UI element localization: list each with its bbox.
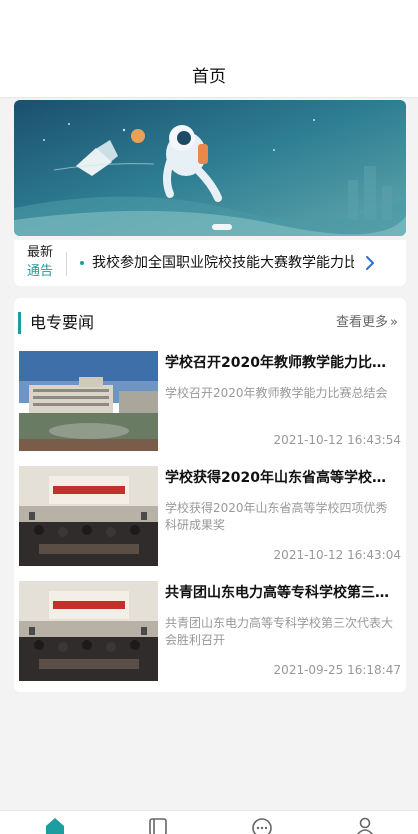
notice-tag-line1: 最新 [26,245,53,260]
news-thumbnail [19,466,158,566]
news-item[interactable]: 学校召开2020年教师教学能力比赛总结会 学校召开2020年教师教学能力比赛总结… [19,351,401,451]
banner-image [14,100,406,236]
book-icon[interactable] [147,817,169,834]
news-thumbnail [19,351,158,451]
header: 首页 [0,0,418,98]
news-date: 2021-10-12 16:43:04 [273,548,401,562]
news-summary: 学校召开2020年教师教学能力比赛总结会 [165,386,388,400]
news-date: 2021-09-25 16:18:47 [273,663,401,677]
divider [66,252,67,276]
chevron-right-icon[interactable] [362,254,378,272]
user-icon[interactable] [354,817,376,834]
bullet-dot-icon [80,261,84,265]
news-title: 共青团山东电力高等专科学校第三次代表大会胜利召开 [165,585,397,601]
news-summary: 学校获得2020年山东省高等学校四项优秀科研成果奖 [165,501,388,532]
notice-tag: 最新 通告 [22,243,58,281]
section-title: 电专要闻 [30,313,95,332]
news-summary: 共青团山东电力高等专科学校第三次代表大会胜利召开 [165,616,394,647]
notice-tag-line2: 通告 [26,264,53,279]
news-item[interactable]: 学校获得2020年山东省高等学校四项优秀科研成果奖 学校获得2020年山东省高等… [19,466,401,566]
chat-icon[interactable] [251,817,273,834]
news-item[interactable]: 共青团山东电力高等专科学校第三次代表大会胜利召开 共青团山东电力高等专科学校第三… [19,581,401,681]
news-title: 学校召开2020年教师教学能力比赛总结会 [165,355,397,371]
news-thumbnail [19,581,158,681]
news-section: 电专要闻 查看更多» 学校召开2020年教师教学能力比赛总结会 学校召开2020… [14,298,406,692]
home-icon[interactable] [44,817,66,834]
view-more-label: 查看更多 [336,315,389,330]
bottom-tab-bar [0,810,418,834]
news-title: 学校获得2020年山东省高等学校四项优秀科研成果奖 [165,470,397,486]
section-accent-bar [18,312,21,334]
notice-text[interactable]: 我校参加全国职业院校技能大赛教学能力比赛 [92,252,354,274]
double-chevron-right-icon: » [390,315,398,330]
view-more-link[interactable]: 查看更多» [336,313,398,333]
notice-bar[interactable]: 最新 通告 我校参加全国职业院校技能大赛教学能力比赛 [14,240,406,286]
page-title: 首页 [192,67,226,87]
news-date: 2021-10-12 16:43:54 [273,433,401,447]
banner-carousel[interactable] [14,100,406,236]
